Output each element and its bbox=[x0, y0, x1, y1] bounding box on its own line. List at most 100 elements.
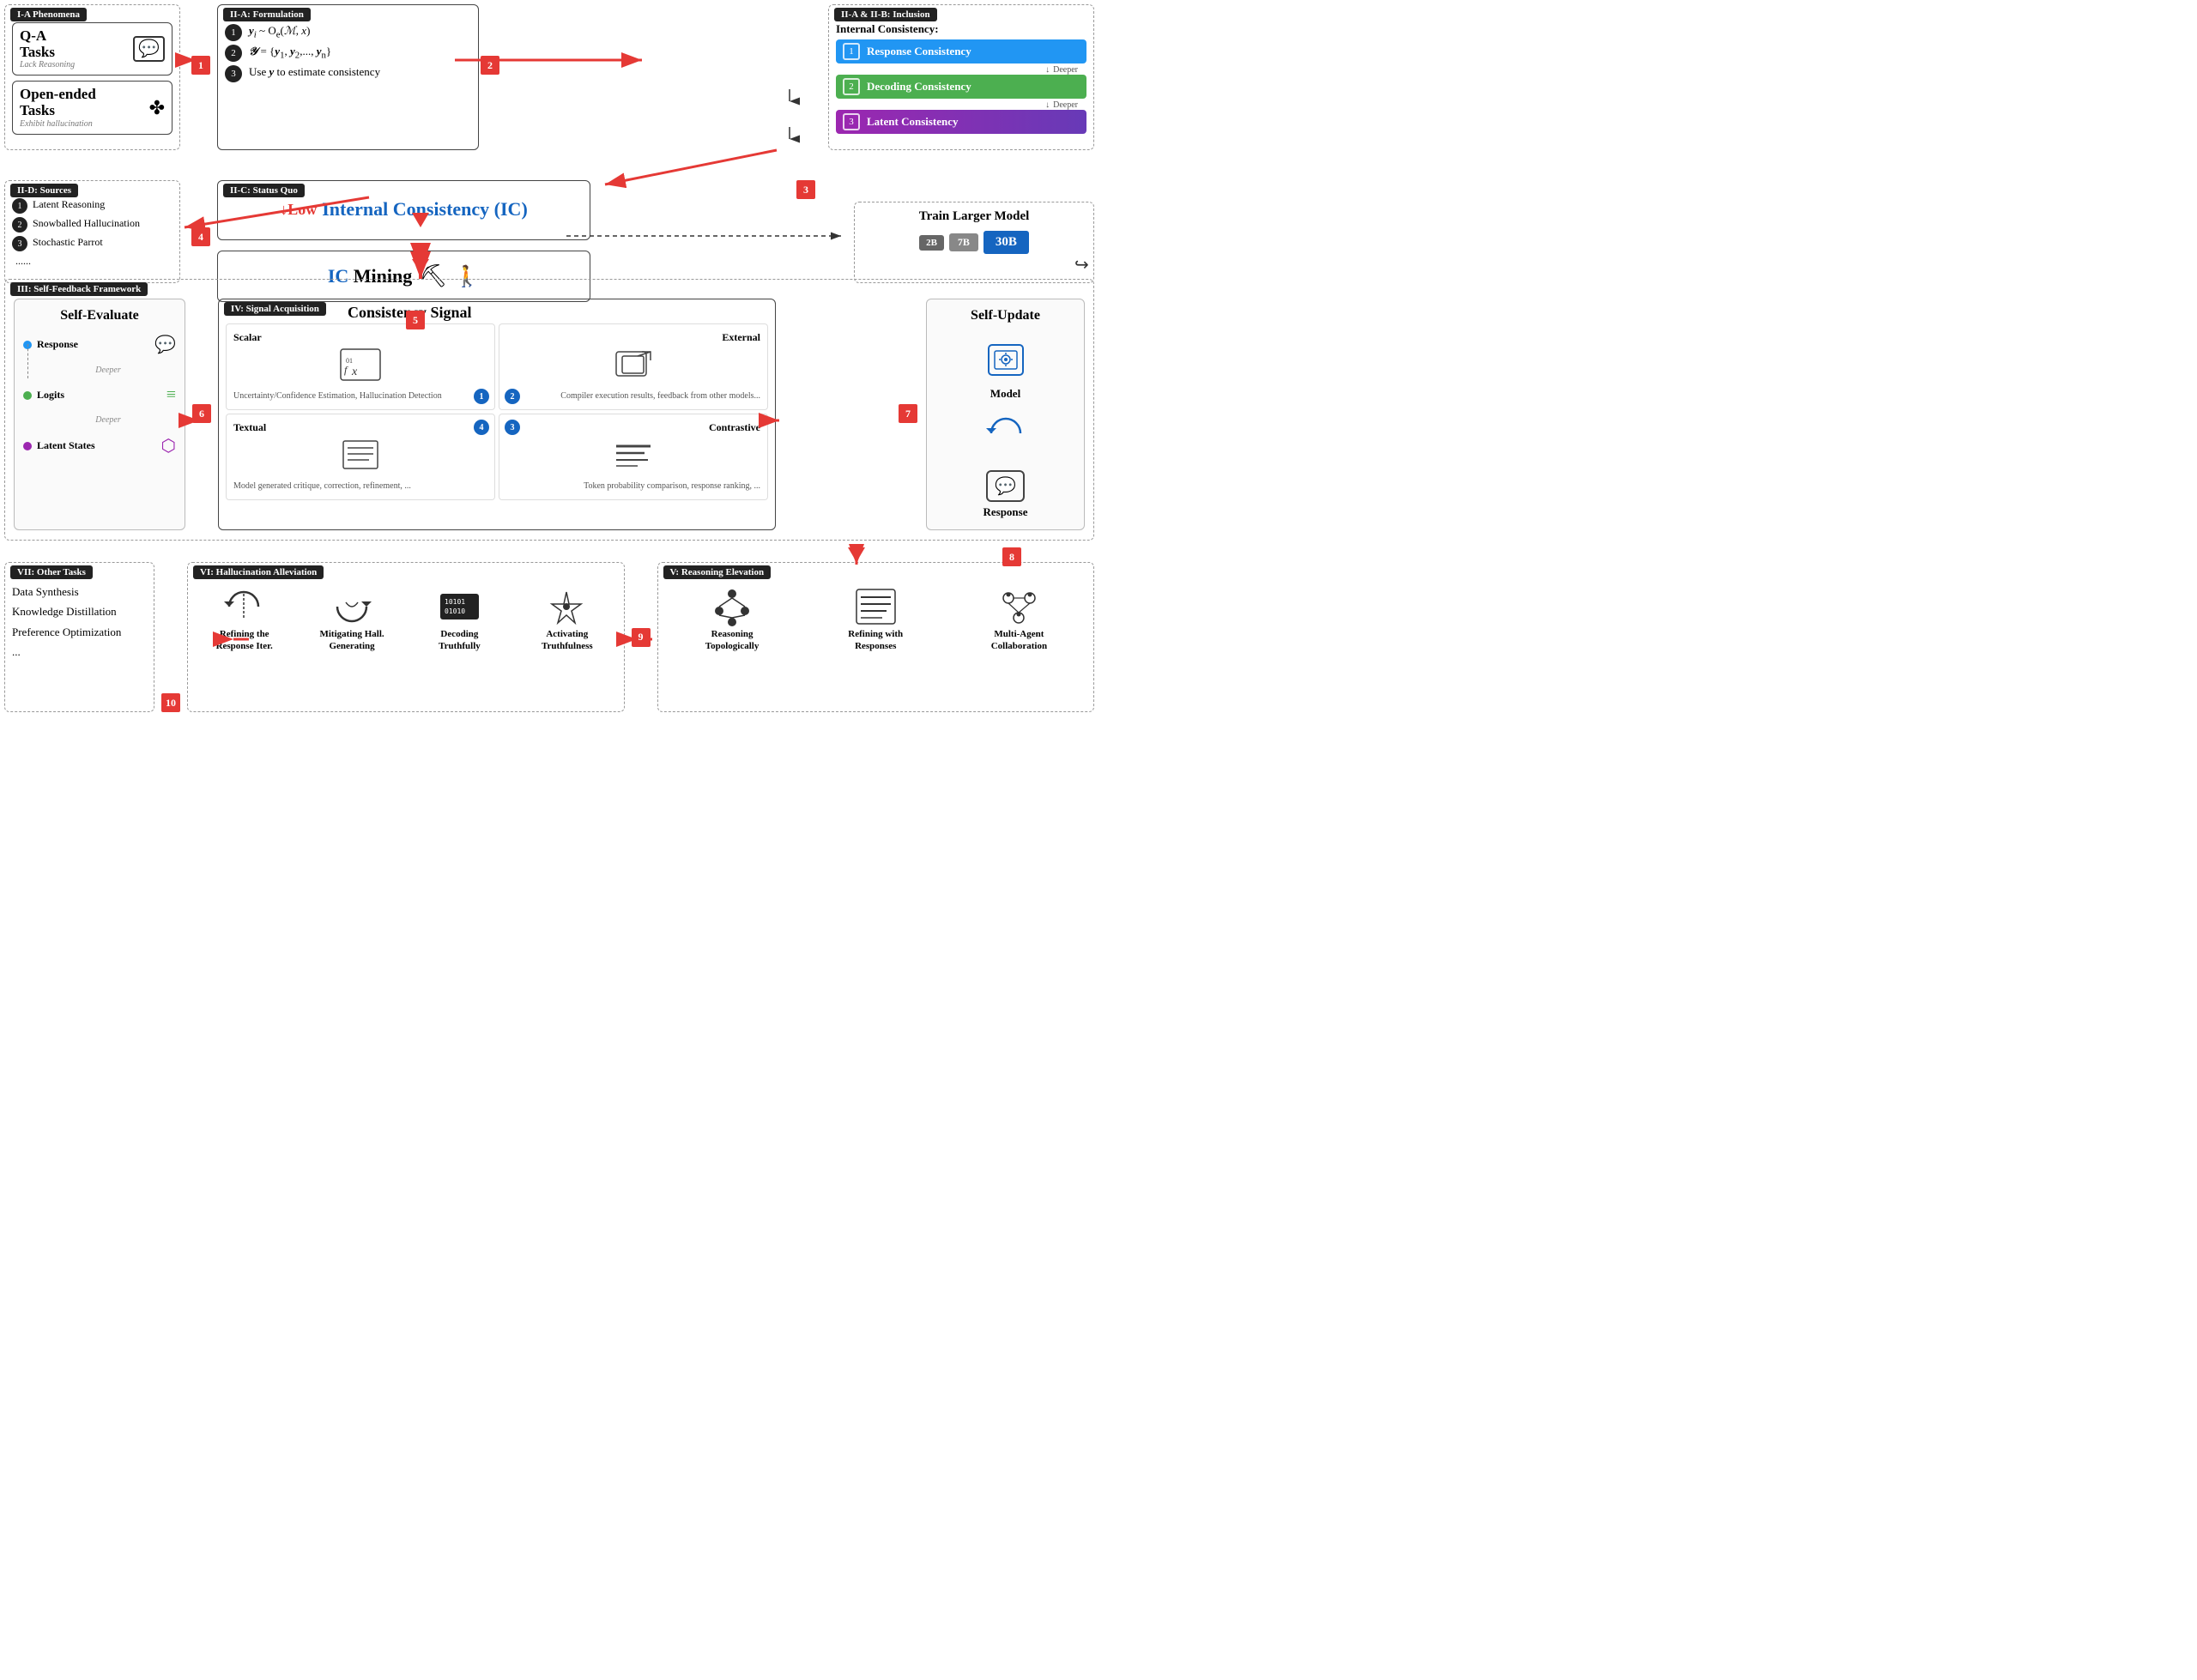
source-2: 2 Snowballed Hallucination bbox=[12, 217, 172, 233]
eval-latent-left: Latent States bbox=[23, 439, 95, 452]
inclusion-section: II-A & II-B: Inclusion Internal Consiste… bbox=[828, 4, 1094, 150]
refining-responses-icon bbox=[852, 585, 899, 628]
ic-low-text: ↓Low bbox=[280, 201, 317, 219]
update-model-icon bbox=[980, 336, 1032, 384]
latent-dot bbox=[23, 442, 32, 450]
scalar-text: Uncertainty/Confidence Estimation, Hallu… bbox=[233, 390, 487, 402]
latent-icon: ⬡ bbox=[161, 435, 176, 456]
signal-contrastive: Contrastive Token probability comparison… bbox=[499, 414, 768, 500]
arrow-10-badge: 10 bbox=[161, 693, 180, 712]
refining-iter-item: Refining theResponse Iter. bbox=[206, 585, 283, 653]
ic-title-text: Internal Consistency (IC) bbox=[322, 198, 528, 221]
arrow-8-badge: 8 bbox=[1002, 547, 1021, 566]
refining-responses-label: Refining withResponses bbox=[848, 628, 903, 653]
rc-text: Response Consistency bbox=[867, 45, 971, 58]
response-consistency-item: 1 Response Consistency bbox=[836, 39, 1086, 63]
section7-label: VII: Other Tasks bbox=[10, 565, 93, 579]
eval-response-left: Response bbox=[23, 338, 78, 351]
arrow-1-badge: 1 bbox=[191, 56, 210, 75]
reasoning-topo-item: ReasoningTopologically bbox=[693, 585, 771, 653]
external-icon-container bbox=[506, 347, 760, 385]
svg-text:x: x bbox=[351, 366, 358, 378]
eval-latent-label: Latent States bbox=[37, 439, 95, 452]
update-model-label: Model bbox=[935, 387, 1075, 401]
eval-latent-item: Latent States ⬡ bbox=[23, 435, 176, 456]
section6-box: VI: Hallucination Alleviation Refining t… bbox=[187, 562, 625, 712]
curve-arrow-icon: ↩ bbox=[1074, 254, 1089, 275]
update-response-cycle bbox=[935, 414, 1075, 456]
update-response-item: 💬 Response bbox=[935, 470, 1075, 519]
arrow-6-badge: 6 bbox=[192, 404, 211, 423]
mitigating-hall-icon bbox=[329, 585, 376, 628]
latent-consistency-item: 3 Latent Consistency bbox=[836, 110, 1086, 134]
section3-container: III: Self-Feedback Framework Self-Evalua… bbox=[4, 279, 1094, 541]
formula-num-1: 1 bbox=[225, 24, 242, 41]
src-num-3: 3 bbox=[12, 236, 27, 251]
update-model-item: Model bbox=[935, 336, 1075, 401]
inclusion-title: Internal Consistency: bbox=[836, 22, 1086, 36]
bottom-row: VII: Other Tasks Data Synthesis Knowledg… bbox=[4, 562, 1094, 712]
refining-iter-label: Refining theResponse Iter. bbox=[216, 628, 273, 653]
self-update-title: Self-Update bbox=[935, 308, 1075, 323]
update-response-icon: 💬 bbox=[986, 470, 1025, 502]
signal-external: External Compiler execution results, fee… bbox=[499, 323, 768, 410]
contrastive-text: Token probability comparison, response r… bbox=[506, 480, 760, 492]
formula-num-2: 2 bbox=[225, 45, 242, 62]
phenomena-section: I-A Phenomena Q-ATasks Lack Reasoning 💬 … bbox=[4, 4, 180, 150]
status-quo-section: II-C: Status Quo ↓Low Internal Consisten… bbox=[217, 180, 590, 240]
scalar-badges: 1 bbox=[474, 389, 489, 404]
multi-agent-icon bbox=[996, 585, 1043, 628]
contrastive-badge-3: 3 bbox=[505, 420, 520, 435]
signal-scalar: Scalar 01 f x Uncertainty/Confidence Est… bbox=[226, 323, 495, 410]
contrastive-badges: 3 bbox=[505, 420, 520, 435]
logits-dot bbox=[23, 391, 32, 400]
train-model-section: Train Larger Model 2B 7B 30B ↩ bbox=[854, 202, 1094, 283]
inclusion-label: II-A & II-B: Inclusion bbox=[834, 8, 937, 21]
formula-3: 3 Use y to estimate consistency bbox=[225, 65, 471, 82]
reasoning-topo-icon bbox=[709, 585, 756, 628]
src-text-2: Snowballed Hallucination bbox=[33, 217, 140, 230]
decoding-icon: 10101 01010 bbox=[436, 585, 483, 628]
rc-num: 1 bbox=[843, 43, 860, 60]
formula-1: 1 yi ~ Oe(ℳ, x) bbox=[225, 24, 471, 41]
reasoning-topo-label: ReasoningTopologically bbox=[705, 628, 760, 653]
logits-icon: ≡ bbox=[166, 385, 176, 405]
external-text: Compiler execution results, feedback fro… bbox=[506, 390, 760, 402]
section5-label: V: Reasoning Elevation bbox=[663, 565, 772, 579]
update-response-label: Response bbox=[935, 505, 1075, 519]
refining-responses-item: Refining withResponses bbox=[837, 585, 914, 653]
model-7b: 7B bbox=[949, 233, 978, 251]
arrow-2-badge: 2 bbox=[481, 56, 499, 75]
textual-icon-container bbox=[233, 438, 487, 475]
signal-grid: Scalar 01 f x Uncertainty/Confidence Est… bbox=[226, 323, 768, 500]
src-more-text: ...... bbox=[15, 255, 31, 268]
textual-badges: 4 bbox=[474, 420, 489, 435]
formula-text-1: yi ~ Oe(ℳ, x) bbox=[249, 24, 310, 40]
signal-textual: Textual Model generated critique, correc… bbox=[226, 414, 495, 500]
contrastive-title: Contrastive bbox=[506, 421, 760, 434]
src-num-2: 2 bbox=[12, 217, 27, 233]
section5-box: V: Reasoning Elevation bbox=[657, 562, 1095, 712]
external-title: External bbox=[506, 331, 760, 344]
src-text-1: Latent Reasoning bbox=[33, 198, 105, 211]
textual-text: Model generated critique, correction, re… bbox=[233, 480, 487, 492]
status-quo-label: II-C: Status Quo bbox=[223, 184, 305, 197]
deeper-eval-2: Deeper bbox=[40, 415, 176, 425]
eval-response-label: Response bbox=[37, 338, 78, 351]
cycle-icon bbox=[984, 414, 1027, 453]
formula-2: 2 𝒴 = {y1, y2,..., yn} bbox=[225, 45, 471, 62]
formula-num-3: 3 bbox=[225, 65, 242, 82]
model-30b: 30B bbox=[984, 231, 1029, 254]
ic-text-container: ↓Low Internal Consistency (IC) bbox=[223, 198, 584, 221]
activating-truthfulness-item: ActivatingTruthfulness bbox=[529, 585, 606, 653]
multi-agent-label: Multi-AgentCollaboration bbox=[991, 628, 1047, 653]
source-1: 1 Latent Reasoning bbox=[12, 198, 172, 214]
activating-truthfulness-label: ActivatingTruthfulness bbox=[542, 628, 593, 653]
arrow-7-badge: 7 bbox=[899, 404, 917, 423]
formulation-label: II-A: Formulation bbox=[223, 8, 311, 21]
scalar-fx-icon: 01 f x bbox=[339, 347, 382, 382]
arrow-5-badge: 5 bbox=[406, 311, 425, 329]
deeper-1: ↓ Deeper bbox=[836, 65, 1086, 75]
lc-text: Latent Consistency bbox=[867, 115, 959, 129]
multi-agent-item: Multi-AgentCollaboration bbox=[980, 585, 1057, 653]
